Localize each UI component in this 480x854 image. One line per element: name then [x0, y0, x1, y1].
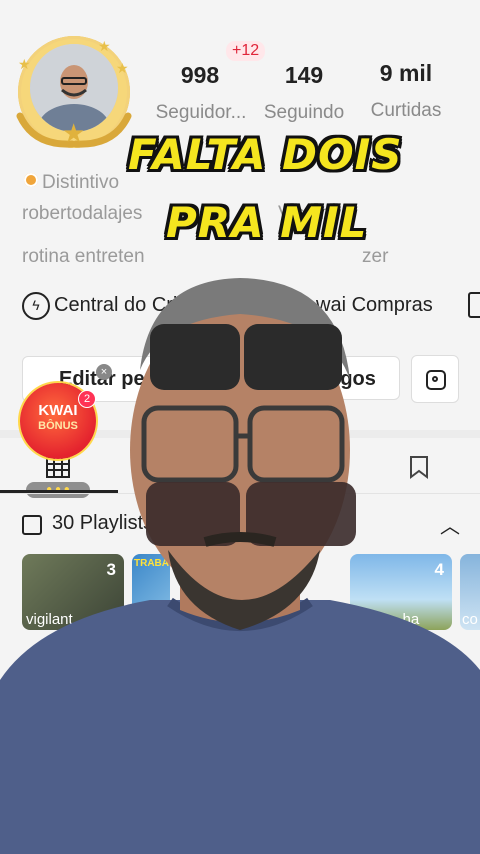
- person-overlay: [0, 278, 480, 854]
- likes-count[interactable]: 9 mil: [362, 60, 450, 87]
- followers-count[interactable]: 998: [160, 62, 240, 89]
- caption-line-2: PRA MIL: [166, 198, 368, 247]
- star-icon: ★: [18, 56, 31, 72]
- following-label: Seguindo: [263, 102, 345, 123]
- star-icon: ★: [116, 60, 129, 76]
- username: robertodalajes: [22, 203, 143, 224]
- followers-delta-badge: +12: [226, 41, 266, 61]
- following-count[interactable]: 149: [264, 62, 344, 89]
- likes-label: Curtidas: [370, 100, 442, 121]
- star-icon: ★: [62, 118, 86, 148]
- followers-label: Seguidor...: [155, 102, 247, 123]
- badge-label[interactable]: Distintivo: [42, 172, 119, 194]
- badge-icon: [24, 173, 38, 187]
- caption-line-1: FALTA DOIS: [128, 130, 403, 179]
